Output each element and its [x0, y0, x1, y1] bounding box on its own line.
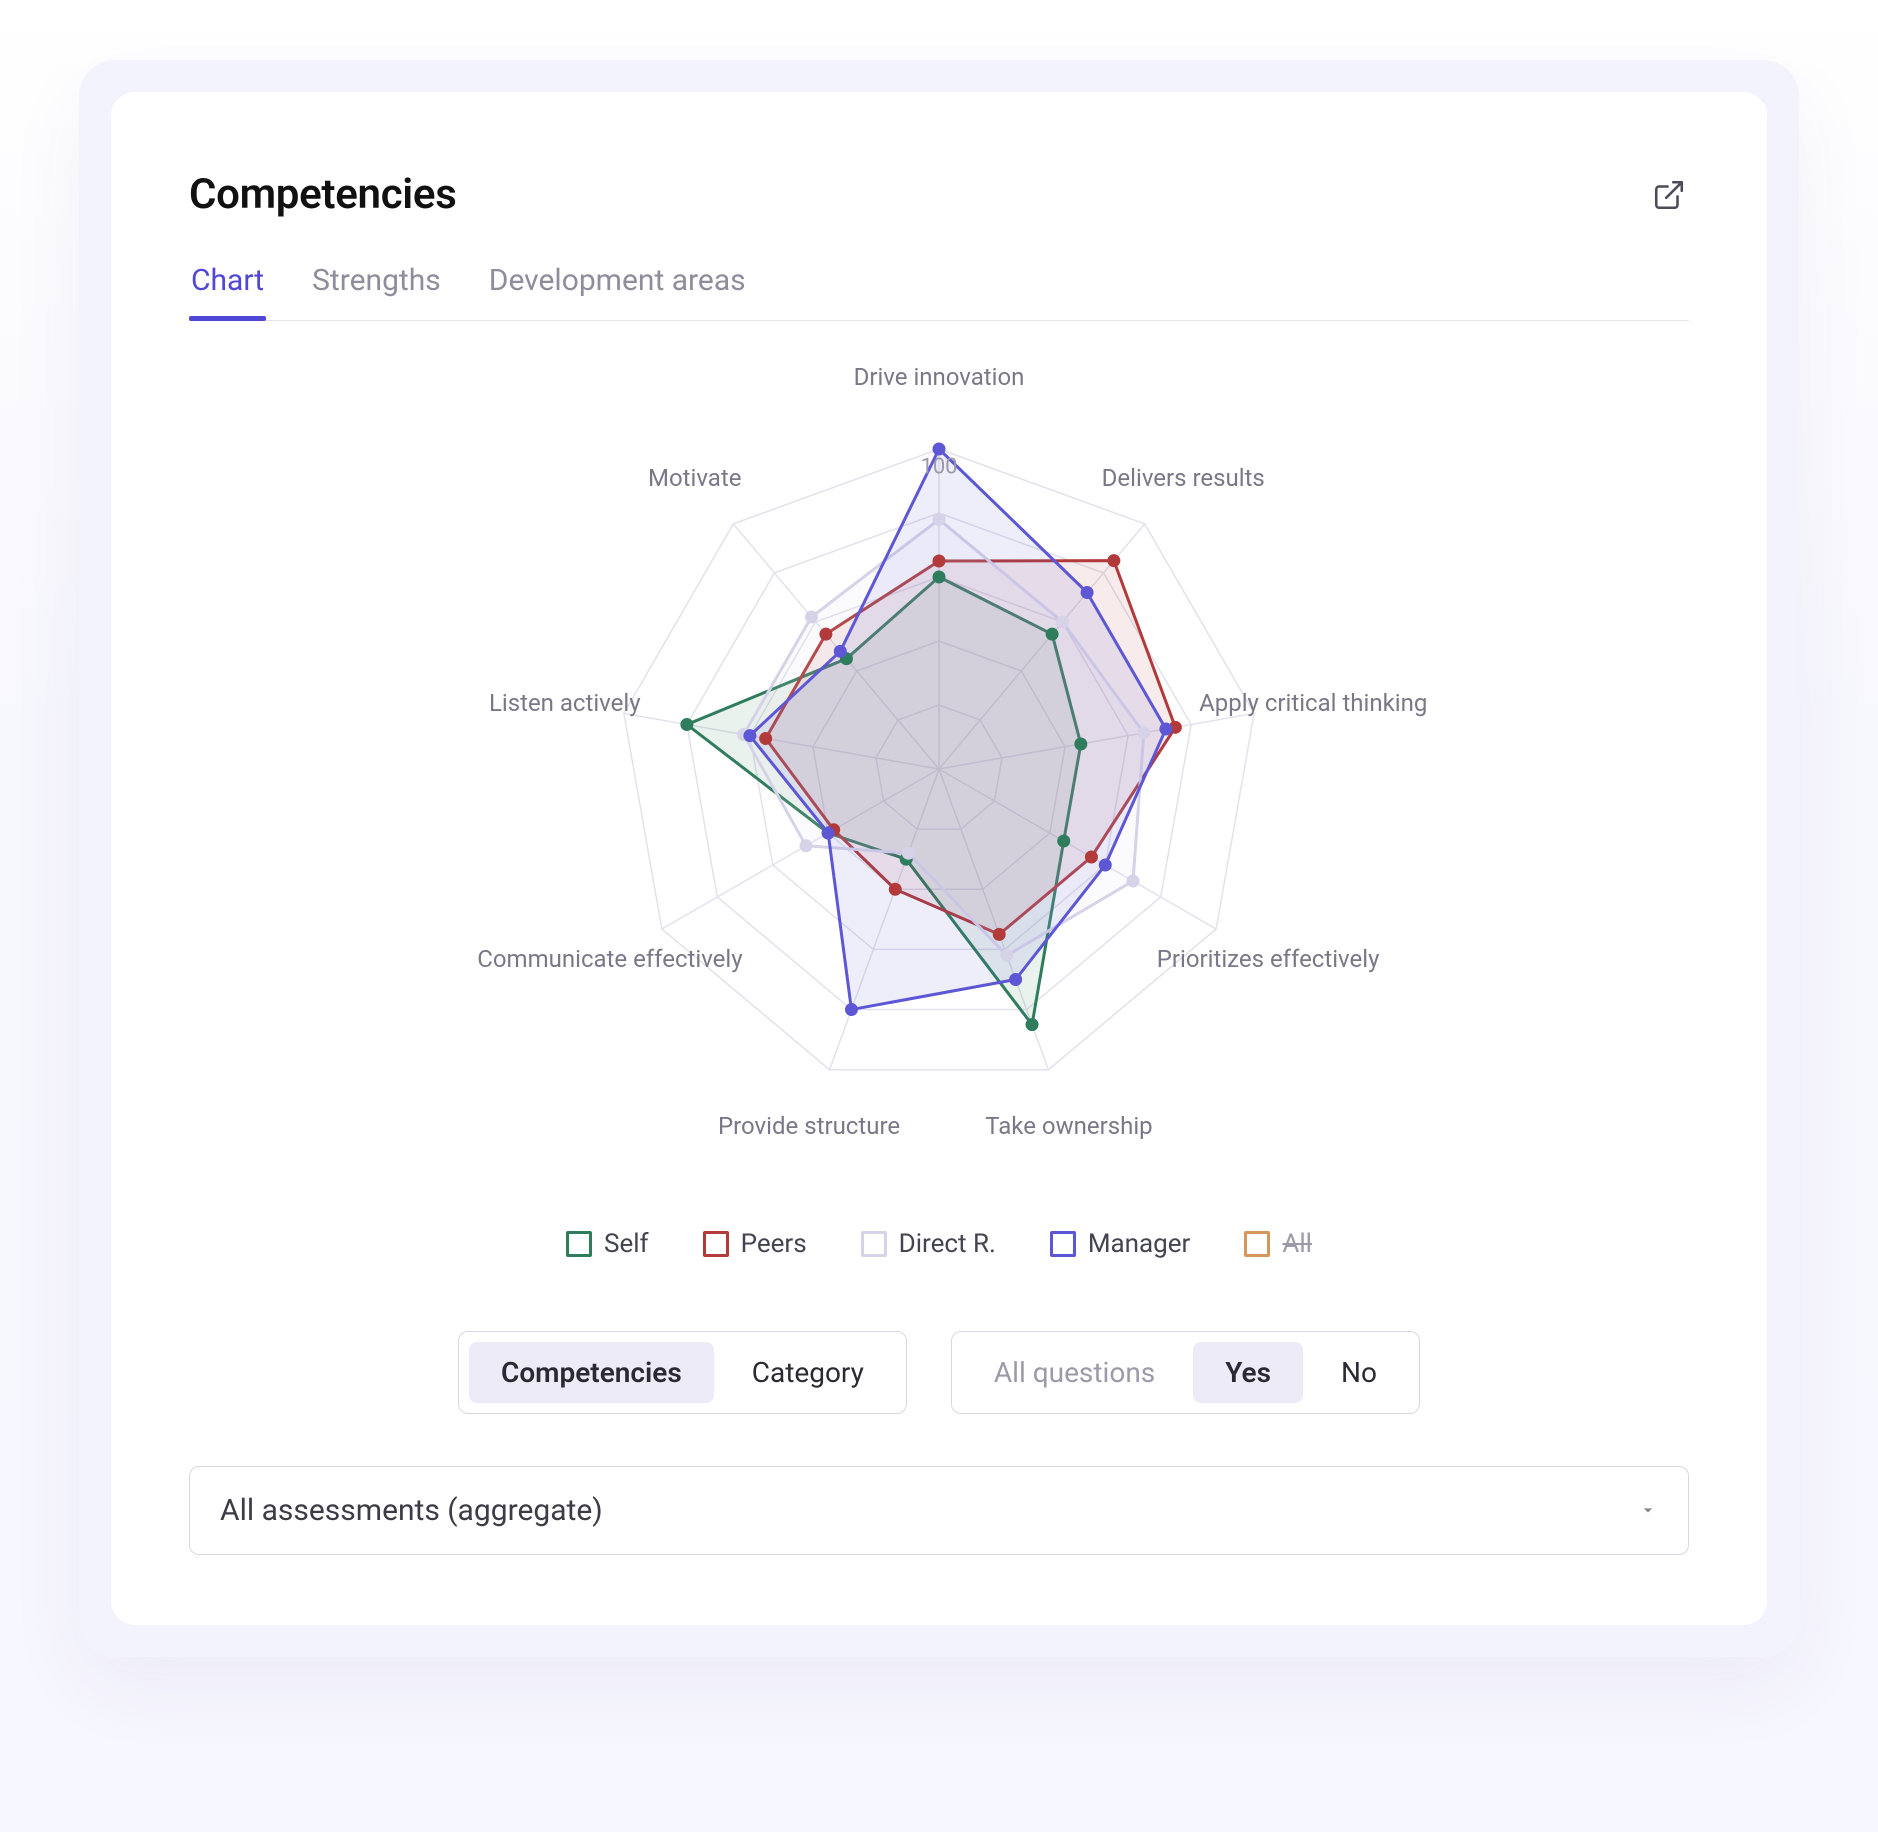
legend-swatch-icon	[861, 1231, 887, 1257]
radar-axis-label: Take ownership	[985, 1112, 1152, 1140]
legend-swatch-icon	[1244, 1231, 1270, 1257]
questions-toggle-group: All questions Yes No	[951, 1331, 1420, 1414]
radar-axis-label: Communicate effectively	[477, 945, 742, 973]
toggle-category[interactable]: Category	[720, 1342, 896, 1403]
tab-development-areas[interactable]: Development areas	[487, 263, 748, 320]
radar-axis-label: Prioritizes effectively	[1157, 945, 1380, 973]
legend-item-direct-r-[interactable]: Direct R.	[861, 1229, 996, 1259]
radar-axis-label: Provide structure	[718, 1112, 900, 1140]
tab-bar: Chart Strengths Development areas	[189, 263, 1689, 321]
legend-label: Direct R.	[899, 1229, 996, 1259]
questions-label: All questions	[962, 1342, 1187, 1403]
legend-item-self[interactable]: Self	[566, 1229, 649, 1259]
radar-max-label: 100	[920, 455, 957, 480]
open-external-icon	[1652, 178, 1686, 212]
legend-label: Manager	[1088, 1229, 1191, 1259]
legend-swatch-icon	[703, 1231, 729, 1257]
toggle-yes[interactable]: Yes	[1193, 1342, 1303, 1403]
legend-item-peers[interactable]: Peers	[703, 1229, 807, 1259]
tab-strengths[interactable]: Strengths	[310, 263, 443, 320]
legend-item-manager[interactable]: Manager	[1050, 1229, 1191, 1259]
chevron-down-icon	[1638, 1493, 1658, 1528]
dropdown-selected-label: All assessments (aggregate)	[220, 1493, 603, 1528]
chart-legend: Self Peers Direct R. Manager All	[566, 1229, 1312, 1259]
open-external-button[interactable]	[1649, 175, 1689, 215]
legend-label: Peers	[741, 1229, 807, 1259]
toggle-no[interactable]: No	[1309, 1342, 1409, 1403]
page-title: Competencies	[189, 170, 457, 219]
legend-swatch-icon	[566, 1231, 592, 1257]
competencies-card: Competencies Chart Strengths Development…	[111, 92, 1767, 1625]
legend-item-all[interactable]: All	[1244, 1229, 1312, 1259]
radar-axis-label: Motivate	[648, 464, 741, 492]
radar-axis-label: Delivers results	[1102, 464, 1265, 492]
view-toggle-group: Competencies Category	[458, 1331, 907, 1414]
legend-swatch-icon	[1050, 1231, 1076, 1257]
radar-axis-label: Drive innovation	[854, 363, 1025, 391]
tab-chart[interactable]: Chart	[189, 263, 266, 320]
assessments-dropdown[interactable]: All assessments (aggregate)	[189, 1466, 1689, 1555]
radar-axis-label: Apply critical thinking	[1199, 689, 1427, 717]
legend-label: All	[1282, 1229, 1312, 1259]
toggle-competencies[interactable]: Competencies	[469, 1342, 714, 1403]
radar-chart: Drive innovationDelivers resultsApply cr…	[339, 369, 1539, 1209]
legend-label: Self	[604, 1229, 649, 1259]
radar-axis-label: Listen actively	[489, 689, 641, 717]
